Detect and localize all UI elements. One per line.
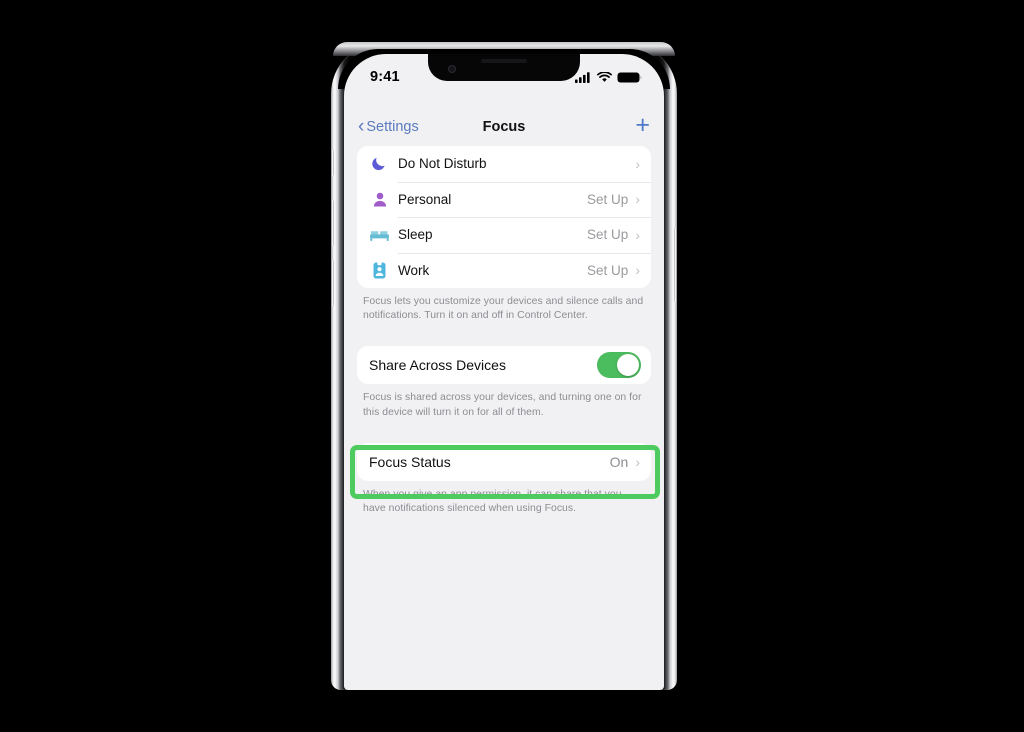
wifi-icon [597,71,612,83]
share-across-devices-card: Share Across Devices [357,346,651,385]
chevron-right-icon: › [635,262,640,279]
chevron-right-icon: › [635,226,640,243]
chevron-right-icon: › [635,453,640,470]
settings-content: Do Not Disturb › Personal Set Up › Sleep… [344,146,664,690]
row-label: Do Not Disturb [398,156,487,172]
focus-status-footnote: When you give an app permission, it can … [363,488,622,515]
cellular-signal-icon [575,71,592,83]
silence-switch-button[interactable] [331,150,334,176]
moon-icon [369,153,390,174]
share-across-devices-row: Share Across Devices [357,346,651,384]
focus-list-footnote: Focus lets you customize your devices an… [363,296,644,322]
phone-screen: 9:41 ‹ Settings Focus + Do Not Disturb ›… [344,54,664,690]
back-button[interactable]: ‹ Settings [358,115,419,137]
chevron-left-icon: ‹ [358,115,365,137]
focus-status-value: On [609,453,629,470]
row-label: Personal [398,191,452,207]
plus-icon[interactable]: + [635,113,650,138]
volume-up-button[interactable] [331,200,334,246]
notch [428,54,580,81]
iphone-device: 9:41 ‹ Settings Focus + Do Not Disturb ›… [331,42,677,690]
share-across-devices-footnote: Focus is shared across your devices, and… [363,392,642,418]
toggle-knob [617,354,639,377]
chevron-right-icon: › [635,191,640,208]
bed-icon [369,224,390,245]
battery-icon [617,72,642,83]
focus-row-sleep[interactable]: Sleep Set Up › [357,217,651,253]
person-icon [369,189,390,210]
row-label: Work [398,262,430,278]
focus-status-label: Focus Status [369,453,451,470]
earpiece-speaker [481,59,527,63]
row-value: Set Up [587,227,629,243]
front-camera-icon [448,65,456,73]
focus-status-card: Focus Status On › [357,442,651,481]
focus-status-row[interactable]: Focus Status On › [357,443,651,481]
row-value: Set Up [587,262,629,278]
back-button-label: Settings [366,119,419,135]
status-time: 9:41 [370,69,400,85]
chevron-right-icon: › [635,155,640,172]
row-label: Sleep [398,227,433,243]
focus-row-work[interactable]: Work Set Up › [357,252,651,289]
status-icons [575,71,642,83]
badge-icon [369,260,390,281]
row-value: Set Up [587,191,629,207]
focus-row-personal[interactable]: Personal Set Up › [357,181,651,218]
share-across-devices-label: Share Across Devices [369,357,506,374]
power-button[interactable] [674,228,677,302]
focus-modes-card: Do Not Disturb › Personal Set Up › Sleep… [357,146,651,288]
focus-row-do-not-disturb[interactable]: Do Not Disturb › [357,146,651,182]
share-across-devices-toggle[interactable] [597,352,641,379]
volume-down-button[interactable] [331,260,334,306]
navigation-bar: ‹ Settings Focus + [344,109,664,145]
